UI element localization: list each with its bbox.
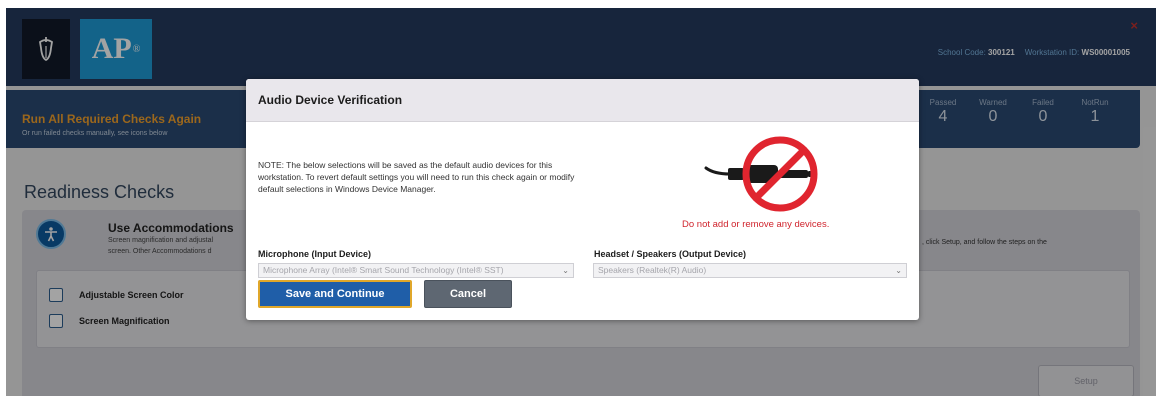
- speakers-label: Headset / Speakers (Output Device): [594, 249, 747, 259]
- cancel-button[interactable]: Cancel: [424, 280, 512, 308]
- audio-verification-dialog: Audio Device Verification NOTE: The belo…: [246, 79, 919, 320]
- warning-text: Do not add or remove any devices.: [682, 219, 830, 230]
- speakers-select[interactable]: Speakers (Realtek(R) Audio) ⌄: [593, 263, 907, 278]
- dialog-title: Audio Device Verification: [258, 93, 403, 107]
- dialog-header: Audio Device Verification: [246, 79, 919, 122]
- chevron-down-icon: ⌄: [562, 266, 569, 275]
- no-plug-icon: [704, 136, 818, 212]
- chevron-down-icon: ⌄: [895, 266, 902, 275]
- microphone-label: Microphone (Input Device): [258, 249, 372, 259]
- save-and-continue-button[interactable]: Save and Continue: [258, 280, 412, 308]
- microphone-select[interactable]: Microphone Array (Intel® Smart Sound Tec…: [258, 263, 574, 278]
- dialog-note: NOTE: The below selections will be saved…: [258, 160, 575, 194]
